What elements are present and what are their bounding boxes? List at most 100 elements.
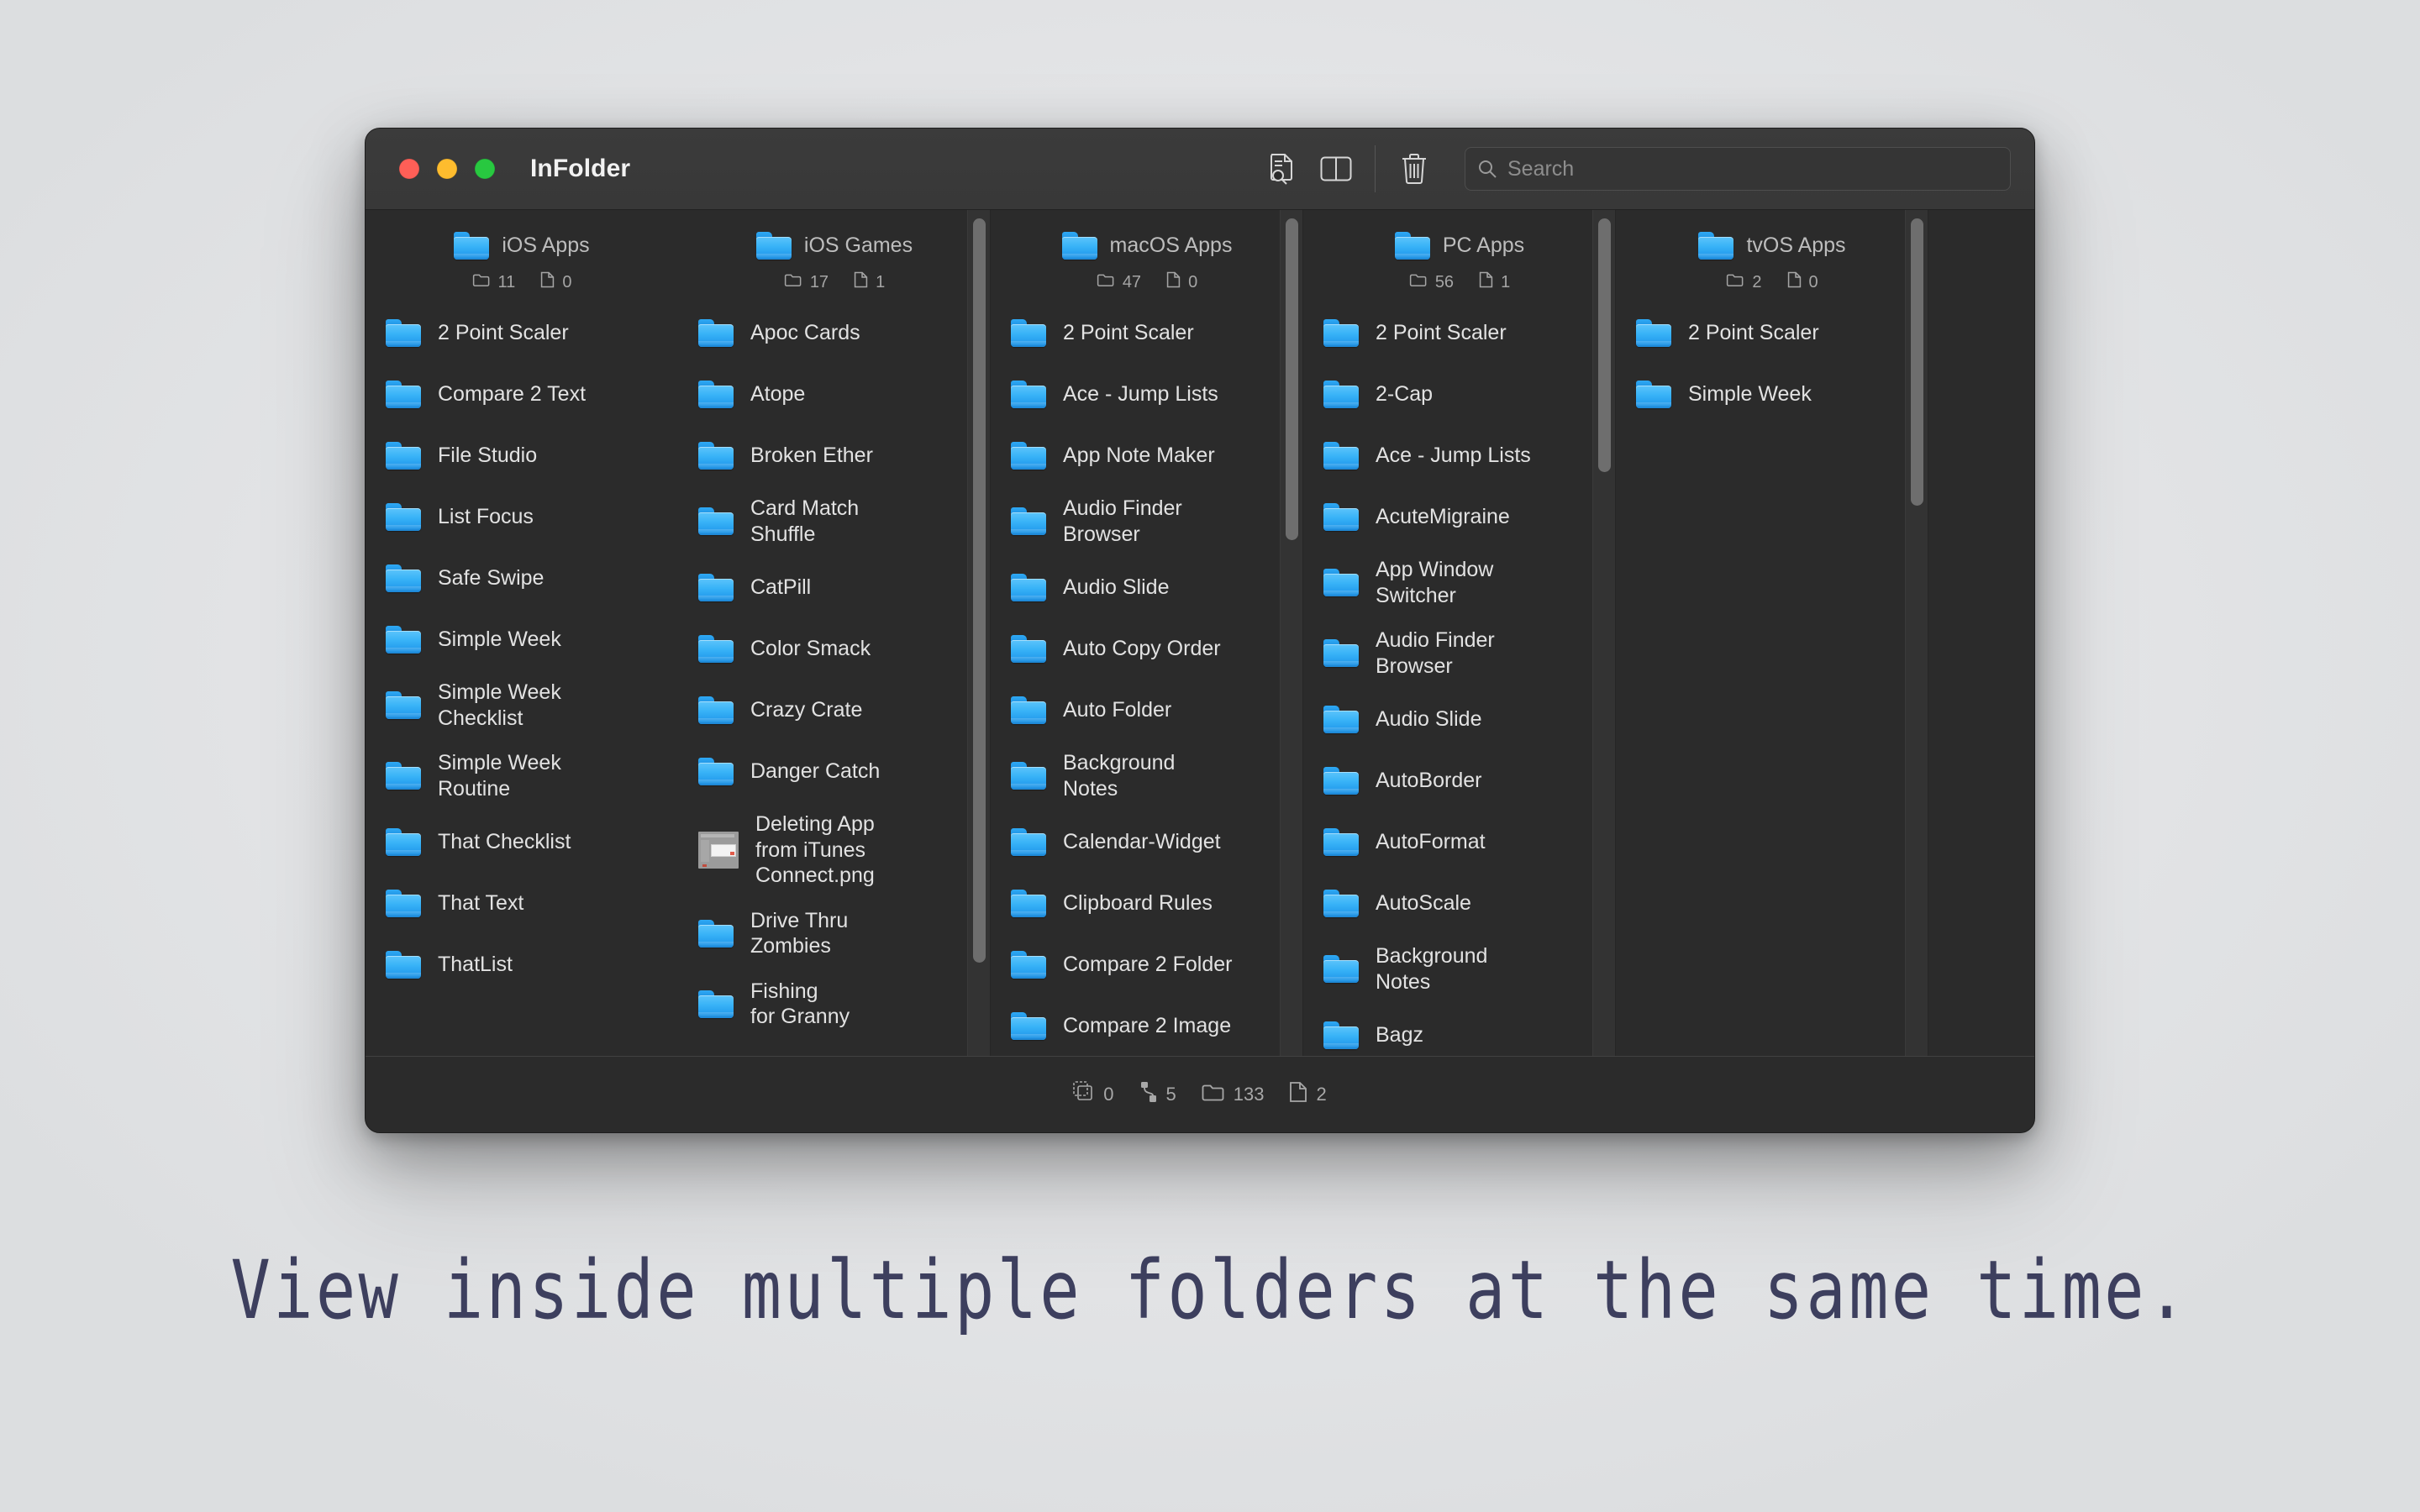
folder-column: iOS Games 17 1 Apoc Cards Atope Broken Ether C… [678, 210, 991, 1056]
folder-icon [1011, 827, 1046, 856]
list-item[interactable]: Compare 2 Text [386, 373, 663, 415]
search-field[interactable]: Search [1465, 147, 2011, 191]
list-item[interactable]: Color Smack [698, 627, 976, 669]
folder-icon [386, 380, 421, 408]
list-item[interactable]: Simple Week Checklist [386, 680, 663, 731]
list-item[interactable]: Card Match Shuffle [698, 496, 976, 547]
list-item[interactable]: Calendar-Widget [1011, 821, 1288, 863]
folder-icon [386, 318, 421, 347]
scrollbar-thumb[interactable] [1598, 218, 1611, 473]
list-item[interactable]: Compare 2 Folder [1011, 943, 1288, 985]
column-scrollbar[interactable] [967, 210, 991, 1056]
list-item-label: Atope [750, 381, 806, 406]
column-item-list: Apoc Cards Atope Broken Ether Card Match Sh… [678, 312, 991, 1030]
file-inspector-button[interactable] [1255, 142, 1309, 196]
list-item-label: App Window Switcher [1376, 558, 1494, 607]
list-item[interactable]: 2 Point Scaler [1011, 312, 1288, 354]
zoom-button[interactable] [475, 159, 495, 179]
list-item[interactable]: 2 Point Scaler [1636, 312, 1913, 354]
column-folder-count: 56 [1434, 272, 1455, 291]
list-item[interactable]: AutoScale [1323, 882, 1601, 924]
scrollbar-thumb[interactable] [1286, 218, 1298, 540]
folder-outline-icon [1202, 1082, 1225, 1107]
file-inspector-icon [1268, 153, 1297, 185]
folder-icon [1323, 639, 1359, 667]
column-header[interactable]: tvOS Apps 2 0 [1616, 210, 1928, 293]
list-item[interactable]: Auto Copy Order [1011, 627, 1288, 669]
column-scrollbar[interactable] [1592, 210, 1616, 1056]
list-item[interactable]: Simple Week [386, 618, 663, 660]
list-item[interactable]: Background Notes [1323, 943, 1601, 995]
list-item[interactable]: Atope [698, 373, 976, 415]
folder-icon [1011, 318, 1046, 347]
list-item[interactable]: Drive Thru Zombies [698, 908, 976, 959]
list-item[interactable]: Broken Ether [698, 434, 976, 476]
trash-button[interactable] [1387, 142, 1441, 196]
scrollbar-thumb[interactable] [1911, 218, 1923, 507]
status-bar: 0 5 133 2 [366, 1056, 2034, 1132]
folder-icon [1011, 634, 1046, 663]
list-item[interactable]: Audio Finder Browser [1323, 627, 1601, 679]
list-item[interactable]: 2-Cap [1323, 373, 1601, 415]
list-item[interactable]: Simple Week [1636, 373, 1913, 415]
list-item[interactable]: Clipboard Rules [1011, 882, 1288, 924]
file-outline-icon [540, 271, 555, 293]
list-item[interactable]: AcuteMigraine [1323, 496, 1601, 538]
column-file-count: 0 [562, 272, 572, 291]
list-item[interactable]: Bagz [1323, 1014, 1601, 1056]
list-item[interactable]: List Focus [386, 496, 663, 538]
split-view-icon [1320, 156, 1352, 181]
folder-icon [386, 762, 421, 790]
folder-icon [1061, 232, 1097, 260]
folder-icon [1011, 573, 1046, 601]
folder-icon [698, 919, 734, 948]
list-item[interactable]: App Window Switcher [1323, 557, 1601, 608]
close-button[interactable] [399, 159, 419, 179]
list-item[interactable]: Audio Finder Browser [1011, 496, 1288, 547]
alias-count: 5 [1165, 1084, 1176, 1105]
column-header[interactable]: iOS Games 17 1 [678, 210, 991, 293]
list-item[interactable]: File Studio [386, 434, 663, 476]
split-view-button[interactable] [1309, 142, 1363, 196]
list-item[interactable]: That Checklist [386, 821, 663, 863]
list-item[interactable]: Background Notes [1011, 750, 1288, 801]
list-item-label: Card Match Shuffle [750, 496, 860, 546]
list-item[interactable]: ThatList [386, 943, 663, 985]
list-item-label: 2 Point Scaler [1376, 320, 1507, 344]
list-item-label: Ace - Jump Lists [1063, 381, 1218, 406]
column-header[interactable]: PC Apps 56 1 [1303, 210, 1616, 293]
list-item[interactable]: Safe Swipe [386, 557, 663, 599]
list-item[interactable]: 2 Point Scaler [386, 312, 663, 354]
list-item[interactable]: Audio Slide [1011, 566, 1288, 608]
list-item-label: Clipboard Rules [1063, 890, 1213, 915]
column-scrollbar[interactable] [1280, 210, 1303, 1056]
folder-icon [1323, 766, 1359, 795]
folder-icon [698, 318, 734, 347]
column-header[interactable]: macOS Apps 47 0 [991, 210, 1303, 293]
list-item[interactable]: AutoFormat [1323, 821, 1601, 863]
list-item[interactable]: Audio Slide [1323, 698, 1601, 740]
list-item[interactable]: App Note Maker [1011, 434, 1288, 476]
column-header-row: iOS Games [755, 232, 913, 260]
list-item[interactable]: 2 Point Scaler [1323, 312, 1601, 354]
folder-icon [1011, 507, 1046, 535]
list-item[interactable]: Crazy Crate [698, 689, 976, 731]
list-item[interactable]: CatPill [698, 566, 976, 608]
list-item[interactable]: Auto Folder [1011, 689, 1288, 731]
list-item[interactable]: Fishing for Granny [698, 979, 976, 1030]
list-item[interactable]: Simple Week Routine [386, 750, 663, 801]
list-item[interactable]: That Text [386, 882, 663, 924]
list-item[interactable]: AutoBorder [1323, 759, 1601, 801]
list-item-label: Auto Copy Order [1063, 636, 1221, 660]
list-item[interactable]: Danger Catch [698, 750, 976, 792]
minimize-button[interactable] [437, 159, 457, 179]
column-scrollbar[interactable] [1905, 210, 1928, 1056]
list-item[interactable]: Apoc Cards [698, 312, 976, 354]
list-item[interactable]: Ace - Jump Lists [1011, 373, 1288, 415]
list-item[interactable]: Compare 2 Image [1011, 1005, 1288, 1047]
scrollbar-thumb[interactable] [973, 218, 986, 963]
list-item[interactable]: Ace - Jump Lists [1323, 434, 1601, 476]
column-counts: 20 [1726, 271, 1818, 293]
column-header[interactable]: iOS Apps 11 0 [366, 210, 678, 293]
list-item[interactable]: Deleting App from iTunes Connect.png [698, 811, 976, 889]
